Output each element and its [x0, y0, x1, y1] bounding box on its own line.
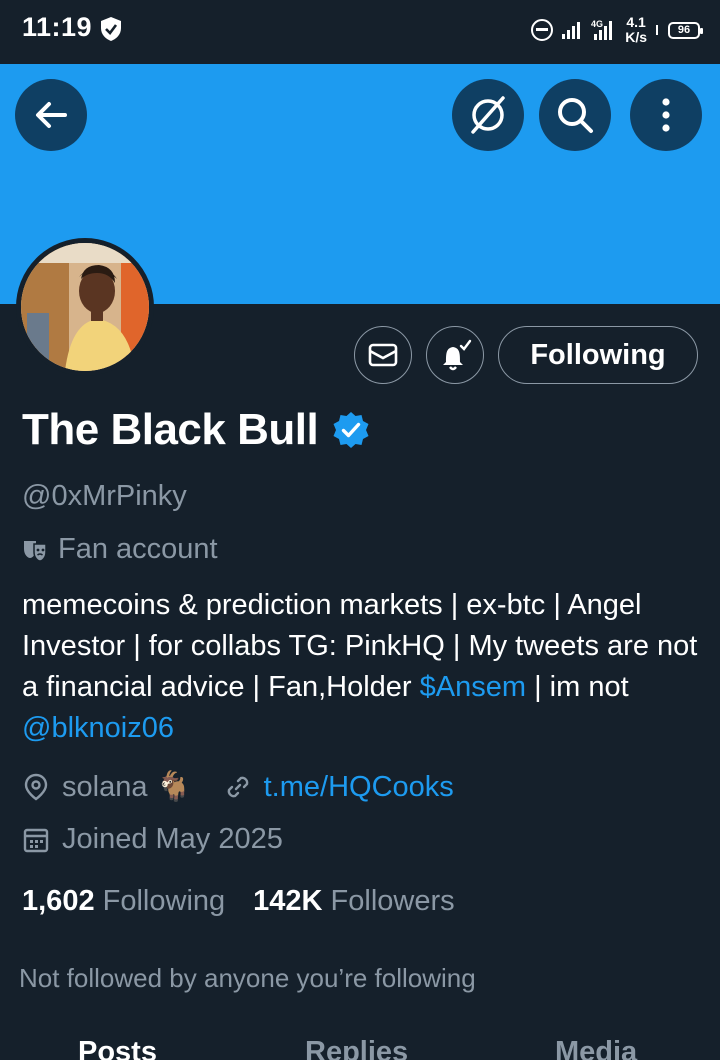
profile-tabs: Posts Replies Media — [0, 1036, 720, 1060]
network-speed: 4.1 K/s — [625, 14, 647, 45]
avatar[interactable] — [16, 238, 154, 376]
cashtag-link[interactable]: $Ansem — [420, 671, 526, 703]
search-button[interactable] — [539, 79, 611, 151]
bell-check-icon — [443, 339, 472, 371]
display-name: The Black Bull — [22, 405, 319, 454]
following-label: Following — [102, 885, 226, 917]
theater-masks-icon — [24, 540, 47, 562]
back-button[interactable] — [15, 79, 87, 151]
verified-badge-icon[interactable] — [332, 411, 370, 449]
notifications-button[interactable] — [426, 326, 484, 384]
website-link[interactable]: t.me/HQCooks — [264, 771, 454, 804]
following-count: 1,602 — [22, 885, 95, 917]
tab-media[interactable]: Media — [555, 1036, 637, 1060]
followers-stat[interactable]: 142K Followers — [253, 885, 454, 918]
wifi-dot-icon — [656, 25, 658, 35]
profile-handle: @0xMrPinky — [22, 480, 187, 512]
profile-meta-row: solana 🐐 t.me/HQCooks — [22, 770, 454, 804]
grok-icon — [471, 96, 505, 134]
joined-text: Joined May 2025 — [62, 823, 283, 855]
do-not-disturb-icon — [531, 19, 554, 41]
calendar-icon — [23, 828, 49, 852]
arrow-left-icon — [36, 102, 67, 128]
not-followed-notice: Not followed by anyone you’re following — [19, 963, 476, 993]
more-options-button[interactable] — [630, 79, 702, 151]
status-bar: 11:19 4G 4.1 K/s 96 — [0, 0, 720, 64]
shield-check-icon — [101, 17, 121, 41]
link-icon — [227, 776, 248, 798]
followers-count: 142K — [253, 885, 323, 917]
following-button[interactable]: Following — [498, 326, 698, 384]
more-vertical-icon — [662, 98, 670, 132]
bio-text-continued: | im not — [526, 671, 629, 703]
mention-link[interactable]: @blknoiz06 — [22, 712, 174, 744]
follow-stats: 1,602 Following 142K Followers — [22, 885, 455, 918]
tab-posts[interactable]: Posts — [78, 1036, 157, 1060]
svg-text:4G: 4G — [591, 19, 603, 29]
location-pin-icon — [24, 773, 48, 801]
status-icons: 4G 4.1 K/s 96 — [531, 12, 703, 48]
display-name-row: The Black Bull — [22, 405, 370, 455]
location-text: solana 🐐 — [62, 771, 192, 803]
status-time: 11:19 — [22, 12, 93, 42]
grok-button[interactable] — [452, 79, 524, 151]
joined-row: Joined May 2025 — [22, 823, 283, 856]
profile-bio: memecoins & prediction markets | ex-btc … — [22, 585, 712, 749]
followers-label: Followers — [330, 885, 455, 917]
account-type-row: Fan account — [22, 533, 218, 566]
avatar-image — [21, 243, 149, 371]
following-stat[interactable]: 1,602 Following — [22, 885, 225, 918]
tab-replies[interactable]: Replies — [305, 1036, 408, 1060]
signal-4g-icon: 4G — [591, 19, 613, 40]
search-icon — [558, 98, 593, 133]
account-type-label: Fan account — [58, 533, 218, 565]
battery-indicator: 96 — [668, 21, 703, 39]
message-button[interactable] — [354, 326, 412, 384]
mail-icon — [368, 343, 398, 367]
signal-icon — [562, 22, 581, 39]
